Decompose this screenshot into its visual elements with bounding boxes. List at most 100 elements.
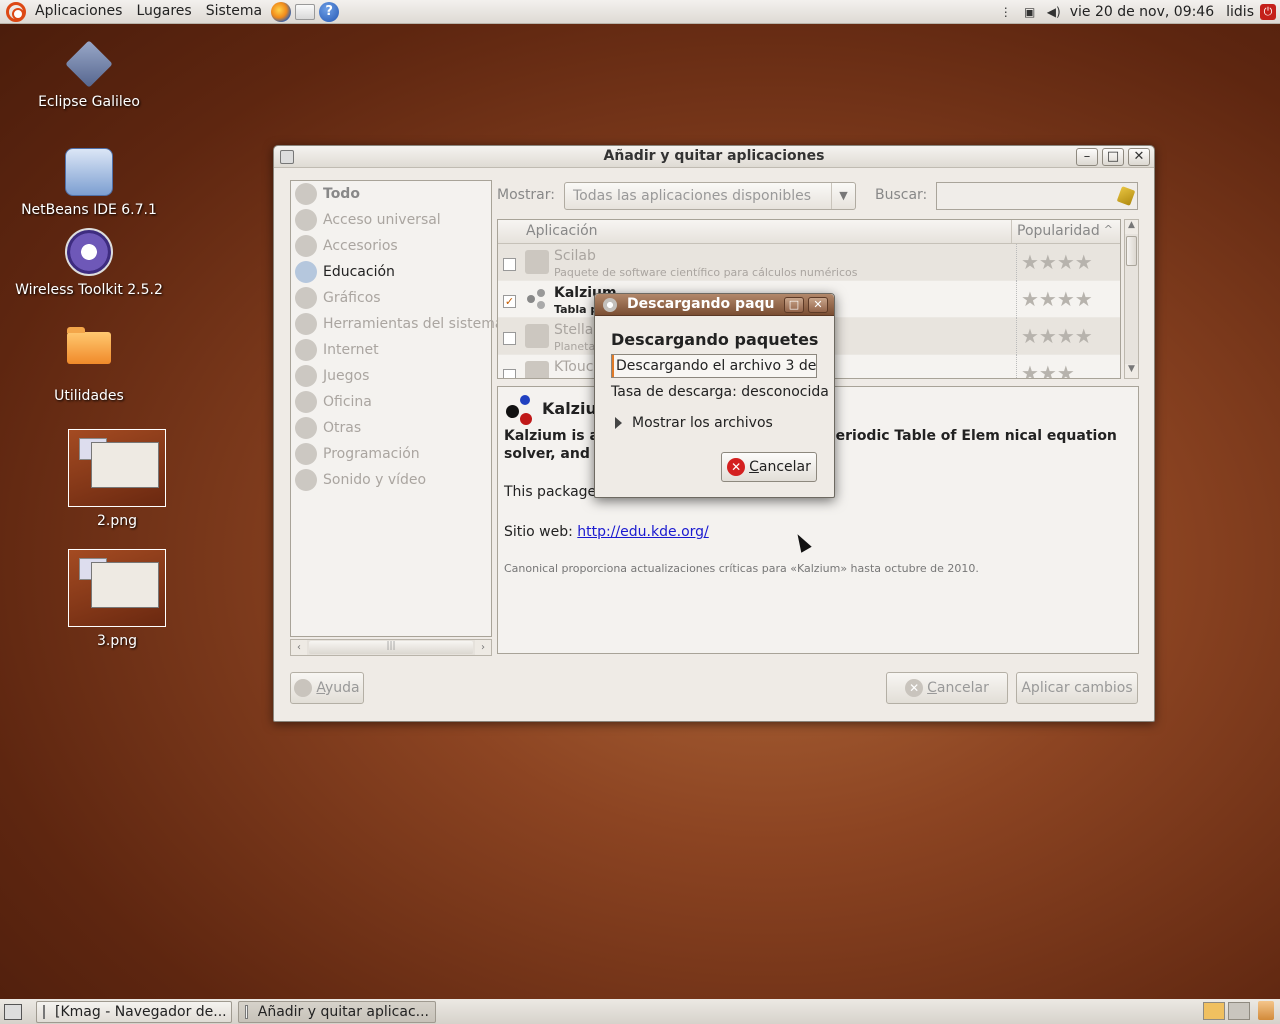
menu-aplicaciones[interactable]: Aplicaciones <box>28 0 129 24</box>
download-progress-bar: Descargando el archivo 3 de 8 <box>611 354 817 378</box>
app-name: Scilab <box>554 248 596 264</box>
category-item-todo[interactable]: Todo <box>291 181 491 207</box>
help-icon <box>294 679 313 697</box>
category-item-programacion[interactable]: Programación <box>291 441 491 467</box>
column-popularity[interactable]: Popularidad ^ <box>1011 220 1120 243</box>
popularity-stars: ★★★★ <box>1016 281 1093 318</box>
taskbar-item-kmag[interactable]: [Kmag - Navegador de... <box>36 1000 232 1023</box>
desktop-icon-2png[interactable]: 2.png <box>42 429 192 529</box>
scroll-thumb[interactable]: ||| <box>309 641 473 654</box>
desktop-icon-label: Eclipse Galileo <box>38 94 140 110</box>
workspace-1[interactable] <box>1203 1002 1225 1020</box>
dialog-title: Descargando paque <box>627 296 775 312</box>
desktop-icon-wireless-toolkit[interactable]: Wireless Toolkit 2.5.2 <box>14 228 164 298</box>
category-item-sonido-video[interactable]: Sonido y vídeo <box>291 467 491 493</box>
sound-video-icon <box>295 469 317 491</box>
details-title: Kalziu <box>542 399 597 418</box>
desktop-icon-netbeans[interactable]: NetBeans IDE 6.7.1 <box>14 148 164 218</box>
category-list: Todo Acceso universal Accesorios Educaci… <box>290 180 503 637</box>
scroll-right-icon[interactable]: › <box>475 640 491 655</box>
scroll-down-icon[interactable]: ▼ <box>1125 364 1138 378</box>
panel-tray: ⋮ ▣ ◀) vie 20 de nov, 09:46 lidis ⏻ <box>994 0 1280 24</box>
help-button[interactable]: Ayuda <box>290 672 364 704</box>
close-button[interactable]: ✕ <box>1128 148 1150 166</box>
search-input[interactable] <box>936 182 1138 210</box>
table-row[interactable]: Scilab Paquete de software científico pa… <box>498 244 1120 281</box>
cancel-button[interactable]: ✕ Cancelar <box>886 672 1008 704</box>
category-item-juegos[interactable]: Juegos <box>291 363 491 389</box>
ktouch-icon <box>525 361 549 378</box>
scroll-thumb[interactable] <box>1126 236 1137 266</box>
window-titlebar[interactable]: Añadir y quitar aplicaciones – □ ✕ <box>274 146 1154 168</box>
search-label: Buscar: <box>875 187 928 203</box>
user-name[interactable]: lidis <box>1222 4 1258 20</box>
category-item-herramientas[interactable]: Herramientas del sistema <box>291 311 503 337</box>
website-link[interactable]: http://edu.kde.org/ <box>577 524 708 540</box>
help-icon[interactable]: ? <box>319 1 340 22</box>
volume-icon[interactable]: ◀) <box>1046 5 1062 19</box>
category-item-oficina[interactable]: Oficina <box>291 389 491 415</box>
minimize-button[interactable]: – <box>1076 148 1098 166</box>
clock[interactable]: vie 20 de nov, 09:46 <box>1066 4 1222 20</box>
show-desktop-icon[interactable] <box>4 1003 22 1020</box>
category-item-internet[interactable]: Internet <box>291 337 491 363</box>
dialog-titlebar[interactable]: Descargando paque □ ✕ <box>595 294 834 316</box>
category-horizontal-scrollbar[interactable]: ‹ ||| › <box>290 639 492 656</box>
chevron-down-icon: ▼ <box>831 183 855 209</box>
apply-changes-button[interactable]: Aplicar cambios <box>1016 672 1138 704</box>
download-dialog: Descargando paque □ ✕ Descargando paquet… <box>594 293 835 498</box>
desktop-icon-label: Utilidades <box>54 388 124 404</box>
scroll-left-icon[interactable]: ‹ <box>291 640 307 655</box>
show-filter-dropdown[interactable]: Todas las aplicaciones disponibles ▼ <box>564 182 856 210</box>
application-list-scrollbar[interactable]: ▲ ▼ <box>1124 219 1139 379</box>
install-checkbox[interactable] <box>503 258 516 271</box>
menu-sistema[interactable]: Sistema <box>199 0 269 24</box>
maximize-button[interactable]: □ <box>1102 148 1124 166</box>
desktop-icon-label: NetBeans IDE 6.7.1 <box>21 202 157 218</box>
category-item-accesorios[interactable]: Accesorios <box>291 233 491 259</box>
maximize-button[interactable]: □ <box>784 297 804 313</box>
trash-icon[interactable] <box>1258 1001 1274 1020</box>
taskbar-item-add-remove[interactable]: Añadir y quitar aplicac... <box>238 1000 436 1023</box>
sort-ascending-icon: ^ <box>1103 223 1113 236</box>
category-item-educacion[interactable]: Educación <box>291 259 491 285</box>
popularity-stars: ★★★★ <box>1016 244 1093 281</box>
office-icon <box>295 391 317 413</box>
desktop-icon-3png[interactable]: 3.png <box>42 549 192 649</box>
install-checkbox[interactable] <box>503 369 516 378</box>
desktop-icon-eclipse[interactable]: Eclipse Galileo <box>14 40 164 110</box>
accessibility-icon <box>295 209 317 231</box>
install-checkbox[interactable]: ✓ <box>503 295 516 308</box>
scroll-up-icon[interactable]: ▲ <box>1125 220 1138 234</box>
education-icon <box>295 261 317 283</box>
dialog-cancel-button[interactable]: ✕ Cancelar <box>721 452 817 482</box>
menu-lugares[interactable]: Lugares <box>129 0 198 24</box>
mail-icon[interactable] <box>295 3 316 20</box>
netbeans-icon <box>65 148 113 196</box>
close-button[interactable]: ✕ <box>808 297 828 313</box>
category-item-graficos[interactable]: Gráficos <box>291 285 491 311</box>
install-checkbox[interactable] <box>503 332 516 345</box>
category-item-acceso-universal[interactable]: Acceso universal <box>291 207 491 233</box>
column-application[interactable]: Aplicación <box>526 223 598 239</box>
app-description: Paquete de software científico para cálc… <box>554 266 858 279</box>
eclipse-icon <box>65 40 113 88</box>
show-files-expander[interactable]: Mostrar los archivos <box>615 415 773 431</box>
bottom-panel: [Kmag - Navegador de... Añadir y quitar … <box>0 999 1280 1024</box>
firefox-icon[interactable] <box>271 1 292 22</box>
ubuntu-logo-icon[interactable] <box>6 1 26 22</box>
category-item-otras[interactable]: Otras <box>291 415 491 441</box>
download-rate: Tasa de descarga: desconocida <box>611 384 829 400</box>
desktop-icon-utilidades[interactable]: Utilidades <box>14 322 164 404</box>
wireless-toolkit-icon <box>65 228 113 276</box>
image-thumbnail-icon <box>68 549 166 627</box>
popularity-stars: ★★★★ <box>1016 318 1093 355</box>
top-panel: Aplicaciones Lugares Sistema ? ⋮ ▣ ◀) vi… <box>0 0 1280 24</box>
details-website: Sitio web: http://edu.kde.org/ <box>504 524 709 540</box>
network-icon[interactable]: ▣ <box>1022 5 1038 19</box>
power-icon[interactable]: ⏻ <box>1260 4 1276 20</box>
app-description: Tabla p <box>554 303 599 316</box>
popularity-stars: ★★★ <box>1016 355 1075 378</box>
workspace-2[interactable] <box>1228 1002 1250 1020</box>
handle-icon: ⋮ <box>999 5 1012 19</box>
